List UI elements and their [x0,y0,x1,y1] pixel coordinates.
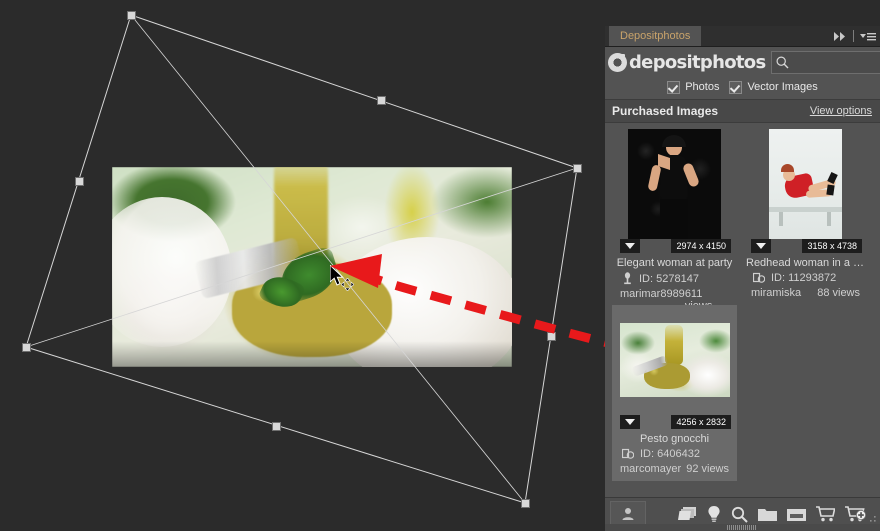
transform-handle-top-center[interactable] [377,96,386,105]
folder-icon[interactable] [758,507,777,522]
extended-license-icon [622,448,634,459]
thumbnail-meta: 2974 x 4150 [612,239,737,256]
panel-bottom-toolbar [605,497,880,531]
tab-divider [853,30,854,42]
camera-lens-icon [608,52,627,72]
thumbnail-meta: 3158 x 4738 [743,239,868,256]
thumbnail-meta: 4256 x 2832 [612,415,737,432]
search-icon [776,55,789,68]
thumbnail-image[interactable] [769,129,842,239]
lightbox-icon[interactable] [707,505,721,523]
panel-brand-row: depositphotos [605,47,880,77]
photoshop-window: Depositphotos depositphotos Photos Vecto… [0,0,880,531]
checkbox-photos[interactable] [667,80,681,94]
tab-depositphotos[interactable]: Depositphotos [609,26,702,46]
depositphotos-panel: Depositphotos depositphotos Photos Vecto… [605,26,880,531]
filter-photos[interactable]: Photos [667,80,720,94]
chevron-down-icon[interactable] [620,239,640,253]
downloads-icon[interactable] [787,507,806,522]
checkbox-vector-images[interactable] [729,80,743,94]
item-owner-row: miramiska 88 views [743,284,868,299]
panel-menu-icon[interactable] [860,31,876,42]
transform-handle-bottom-left[interactable] [22,343,31,352]
transform-handle-top-left[interactable] [127,11,136,20]
collections-icon[interactable] [678,506,697,522]
account-glyph [622,508,634,520]
transform-handle-middle-left[interactable] [75,177,84,186]
transform-handle-top-right[interactable] [573,164,582,173]
item-title: Redhead woman in a re... [746,257,868,269]
transform-handle-bottom-center[interactable] [272,422,281,431]
placed-image[interactable] [112,167,512,367]
section-header: Purchased Images View options [605,99,880,123]
filter-row: Photos Vector Images [605,77,880,99]
item-id-row: ID: 11293872 [743,269,868,284]
document-canvas[interactable] [0,0,605,530]
item-title: Elegant woman at party [616,257,733,269]
item-views: 92 views [686,463,729,475]
thumbnail-image[interactable] [628,129,721,239]
list-item[interactable]: 2974 x 4150 Elegant woman at party ID: 5… [612,129,737,312]
transform-handle-bottom-right[interactable] [521,499,530,508]
dimensions-badge: 4256 x 2832 [671,415,731,429]
thumbnail-wrap[interactable] [612,129,737,239]
double-chevron-right-icon[interactable] [833,31,847,42]
filter-photos-label: Photos [685,81,720,93]
search-toolbar-icon[interactable] [731,506,748,523]
item-owner: marcomayer [620,463,682,475]
standard-license-icon [624,272,631,285]
filter-vector-images-label: Vector Images [747,81,818,93]
page-title: Purchased Images [612,104,719,118]
transform-handle-middle-right[interactable] [547,332,556,341]
thumbnail-wrap[interactable] [743,129,868,239]
move-tool-cursor-icon [341,278,354,291]
cart-icon[interactable] [816,506,835,522]
thumbnail-image[interactable] [619,323,730,397]
filter-vector-images[interactable]: Vector Images [729,80,818,94]
panel-tab-bar: Depositphotos [605,26,880,47]
dimensions-badge: 3158 x 4738 [802,239,862,253]
panel-tab-controls [833,26,876,46]
extended-license-icon [753,272,765,283]
view-options-link[interactable]: View options [810,105,872,117]
item-views: 88 views [817,287,860,299]
item-id: ID: 5278147 [639,272,699,285]
search-input[interactable] [789,55,880,69]
item-id-row: ID: 5278147 [612,269,737,285]
chevron-down-icon[interactable] [620,415,640,429]
item-owner-row: marcomayer 92 views [612,460,737,475]
item-id: ID: 11293872 [771,272,837,284]
dimensions-badge: 2974 x 4150 [671,239,731,253]
toolbar-icons [646,505,880,523]
purchased-images-grid: 2974 x 4150 Elegant woman at party ID: 5… [605,123,880,497]
image-bottom-shadow [112,341,512,367]
item-title: Pesto gnocchi [639,433,710,445]
thumbnail-wrap[interactable] [612,305,737,415]
item-owner: miramiska [751,287,802,299]
logo-text: depositphotos [629,51,766,73]
add-to-cart-icon[interactable] [845,506,866,522]
item-id: ID: 6406432 [640,448,700,460]
search-box[interactable] [771,50,880,74]
list-item[interactable]: 4256 x 2832 Pesto gnocchi ID: 6406432 ma… [612,305,737,481]
item-id-row: ID: 6406432 [612,445,737,460]
chevron-down-icon[interactable] [751,239,771,253]
list-item[interactable]: 3158 x 4738 Redhead woman in a re... ID:… [743,129,868,299]
